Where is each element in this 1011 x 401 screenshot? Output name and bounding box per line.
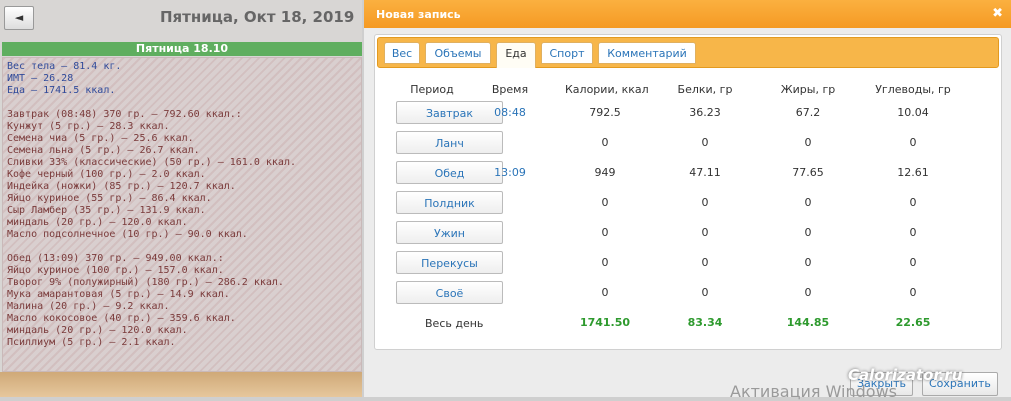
diary-footer [0, 372, 362, 397]
protein-cell: 0 [701, 196, 709, 209]
fat-cell: 0 [804, 136, 812, 149]
protein-cell: 47.11 [689, 166, 721, 179]
col-protein-header: Белки, гр [677, 83, 733, 96]
diary-line: Индейка (ножки) (85 гр.) — 120.7 ккал. [7, 181, 236, 192]
period-button[interactable]: Своё [396, 281, 503, 304]
tab-sport[interactable]: Спорт [541, 42, 593, 64]
diary-line: Еда — 1741.5 ккал. [7, 85, 116, 96]
calories-cell: 0 [601, 136, 609, 149]
carbs-cell: 0 [909, 226, 917, 239]
diary-line: Сливки 33% (классические) (50 гр.) — 161… [7, 157, 296, 168]
fat-cell: 0 [804, 286, 812, 299]
col-period-header: Период [410, 83, 454, 96]
protein-cell: 36.23 [689, 106, 721, 119]
diary-line: Масло кокосовое (40 гр.) — 359.6 ккал. [7, 313, 236, 324]
diary-line: миндаль (20 гр.) — 120.0 ккал. [7, 217, 188, 228]
total-row: Весь день 1741.50 83.34 144.85 22.65 [375, 311, 1001, 341]
diary-line: Обед (13:09) 370 гр. — 949.00 ккал.: [7, 253, 224, 264]
col-time-header: Время [491, 83, 529, 96]
diary-panel: ◄ Пятница, Окт 18, 2019 Пятница 18.10 Ве… [0, 0, 362, 397]
period-button[interactable]: Ланч [396, 131, 503, 154]
carbs-cell: 0 [909, 196, 917, 209]
carbs-cell: 10.04 [897, 106, 929, 119]
calories-cell: 949 [594, 166, 616, 179]
total-label: Весь день [425, 317, 484, 330]
carbs-cell: 12.61 [897, 166, 929, 179]
tab-volumes[interactable]: Объемы [425, 42, 491, 64]
diary-line: Семена чиа (5 гр.) — 25.6 ккал. [7, 133, 194, 144]
diary-line: Сыр Ламбер (35 гр.) — 131.9 ккал. [7, 205, 206, 216]
fat-cell: 67.2 [795, 106, 821, 119]
day-header: Пятница 18.10 [2, 42, 362, 56]
total-fat-cell: 144.85 [786, 316, 830, 329]
diary-line: ИМТ — 26.28 [7, 73, 74, 84]
tab-food[interactable]: Еда [496, 42, 536, 68]
table-row: Полдник 0 0 0 0 [375, 191, 1001, 221]
total-protein-cell: 83.34 [687, 316, 723, 329]
new-entry-dialog: Новая запись ✖ Вес Объемы Еда Спорт Комм… [364, 0, 1011, 397]
col-calories-header: Калории, ккал [565, 83, 649, 96]
diary-line: Масло подсолнечное (10 гр.) — 90.0 ккал. [7, 229, 248, 240]
period-button[interactable]: Ужин [396, 221, 503, 244]
table-row: Ланч 0 0 0 0 [375, 131, 1001, 161]
fat-cell: 0 [804, 256, 812, 269]
calories-cell: 792.5 [589, 106, 621, 119]
diary-line: Творог 9% (полужирный) (180 гр.) — 286.2… [7, 277, 284, 288]
total-carbs-cell: 22.65 [895, 316, 931, 329]
diary-line: Яйцо куриное (55 гр.) — 86.4 ккал. [7, 193, 212, 204]
tab-comment[interactable]: Комментарий [598, 42, 696, 64]
table-row: Своё 0 0 0 0 [375, 281, 1001, 311]
col-fat-header: Жиры, гр [780, 83, 836, 96]
carbs-cell: 0 [909, 286, 917, 299]
calories-cell: 0 [601, 256, 609, 269]
diary-line: Вес тела — 81.4 кг. [7, 61, 122, 72]
diary-line: Псиллиум (5 гр.) — 2.1 ккал. [7, 337, 176, 348]
protein-cell: 0 [701, 286, 709, 299]
protein-cell: 0 [701, 136, 709, 149]
fat-cell: 77.65 [792, 166, 824, 179]
protein-cell: 0 [701, 226, 709, 239]
carbs-cell: 0 [909, 256, 917, 269]
diary-line: Малина (20 гр.) — 9.2 ккал. [7, 301, 170, 312]
total-calories-cell: 1741.50 [579, 316, 631, 329]
date-title: Пятница, Окт 18, 2019 [160, 8, 355, 26]
table-row: Завтрак 08:48 792.5 36.23 67.2 10.04 [375, 101, 1001, 131]
fat-cell: 0 [804, 226, 812, 239]
dialog-titlebar: Новая запись ✖ [364, 0, 1011, 28]
calories-cell: 0 [601, 286, 609, 299]
fat-cell: 0 [804, 196, 812, 209]
tab-bar: Вес Объемы Еда Спорт Комментарий [377, 37, 999, 68]
time-cell: 08:48 [494, 106, 526, 119]
protein-cell: 0 [701, 256, 709, 269]
calories-cell: 0 [601, 226, 609, 239]
diary-line: Кофе черный (100 гр.) — 2.0 ккал. [7, 169, 206, 180]
time-cell: 13:09 [494, 166, 526, 179]
table-row: Перекусы 0 0 0 0 [375, 251, 1001, 281]
tab-weight[interactable]: Вес [384, 42, 420, 64]
period-button[interactable]: Полдник [396, 191, 503, 214]
calories-cell: 0 [601, 196, 609, 209]
period-button[interactable]: Перекусы [396, 251, 503, 274]
diary-line: Яйцо куриное (100 гр.) — 157.0 ккал. [7, 265, 224, 276]
diary-entries: Вес тела — 81.4 кг. ИМТ — 26.28 Еда — 1741… [2, 57, 362, 372]
col-carbs-header: Углеводы, гр [875, 83, 951, 96]
diary-line: миндаль (20 гр.) — 120.0 ккал. [7, 325, 188, 336]
diary-line: Семена льна (5 гр.) — 26.7 ккал. [7, 145, 200, 156]
back-button[interactable]: ◄ [4, 6, 34, 30]
dialog-title: Новая запись [376, 8, 461, 21]
diary-line: Завтрак (08:48) 370 гр. — 792.60 ккал.: [7, 109, 242, 120]
diary-line: Кунжут (5 гр.) — 28.3 ккал. [7, 121, 170, 132]
close-icon[interactable]: ✖ [992, 6, 1003, 21]
carbs-cell: 0 [909, 136, 917, 149]
diary-line: Мука амарантовая (5 гр.) — 14.9 ккал. [7, 289, 230, 300]
table-row: Обед 13:09 949 47.11 77.65 12.61 [375, 161, 1001, 191]
dialog-panel: Вес Объемы Еда Спорт Комментарий Период В… [374, 34, 1002, 350]
table-row: Ужин 0 0 0 0 [375, 221, 1001, 251]
activation-watermark: Активация Windows [730, 382, 897, 401]
